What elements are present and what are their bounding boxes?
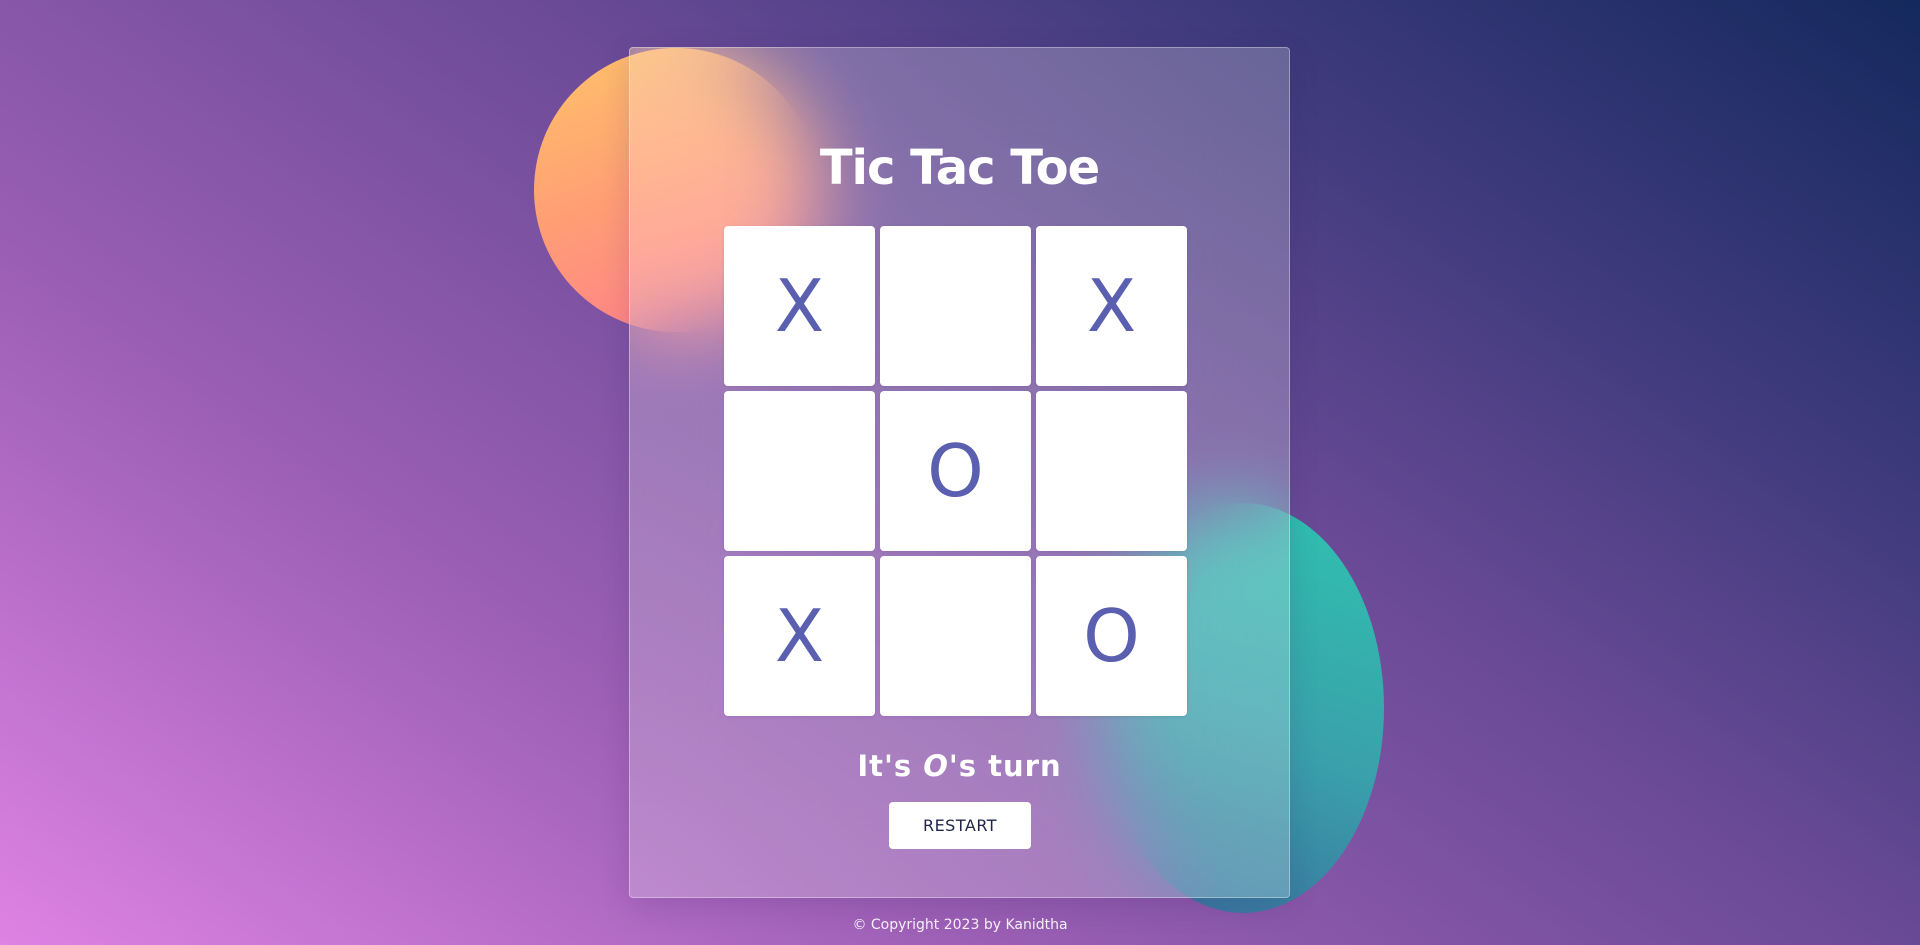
board-cell-2[interactable] xyxy=(880,226,1031,386)
board-cell-3[interactable]: X xyxy=(1036,226,1187,386)
current-player: O xyxy=(923,749,949,783)
board-cell-7[interactable]: X xyxy=(724,556,875,716)
turn-status-suffix: 's turn xyxy=(948,749,1062,783)
board-cell-4[interactable] xyxy=(724,391,875,551)
board-cell-6[interactable] xyxy=(1036,391,1187,551)
board-cell-5[interactable]: O xyxy=(880,391,1031,551)
game-card: Tic Tac Toe X X O X O It's O's turn REST… xyxy=(629,47,1290,898)
board-cell-9[interactable]: O xyxy=(1036,556,1187,716)
game-title: Tic Tac Toe xyxy=(819,140,1100,196)
copyright-footer: © Copyright 2023 by Kanidtha xyxy=(852,917,1068,933)
board-cell-1[interactable]: X xyxy=(724,226,875,386)
restart-button[interactable]: RESTART xyxy=(889,802,1031,849)
board-cell-8[interactable] xyxy=(880,556,1031,716)
turn-status-prefix: It's xyxy=(857,749,924,783)
turn-status: It's O's turn xyxy=(630,748,1289,784)
game-board: X X O X O xyxy=(724,226,1187,716)
